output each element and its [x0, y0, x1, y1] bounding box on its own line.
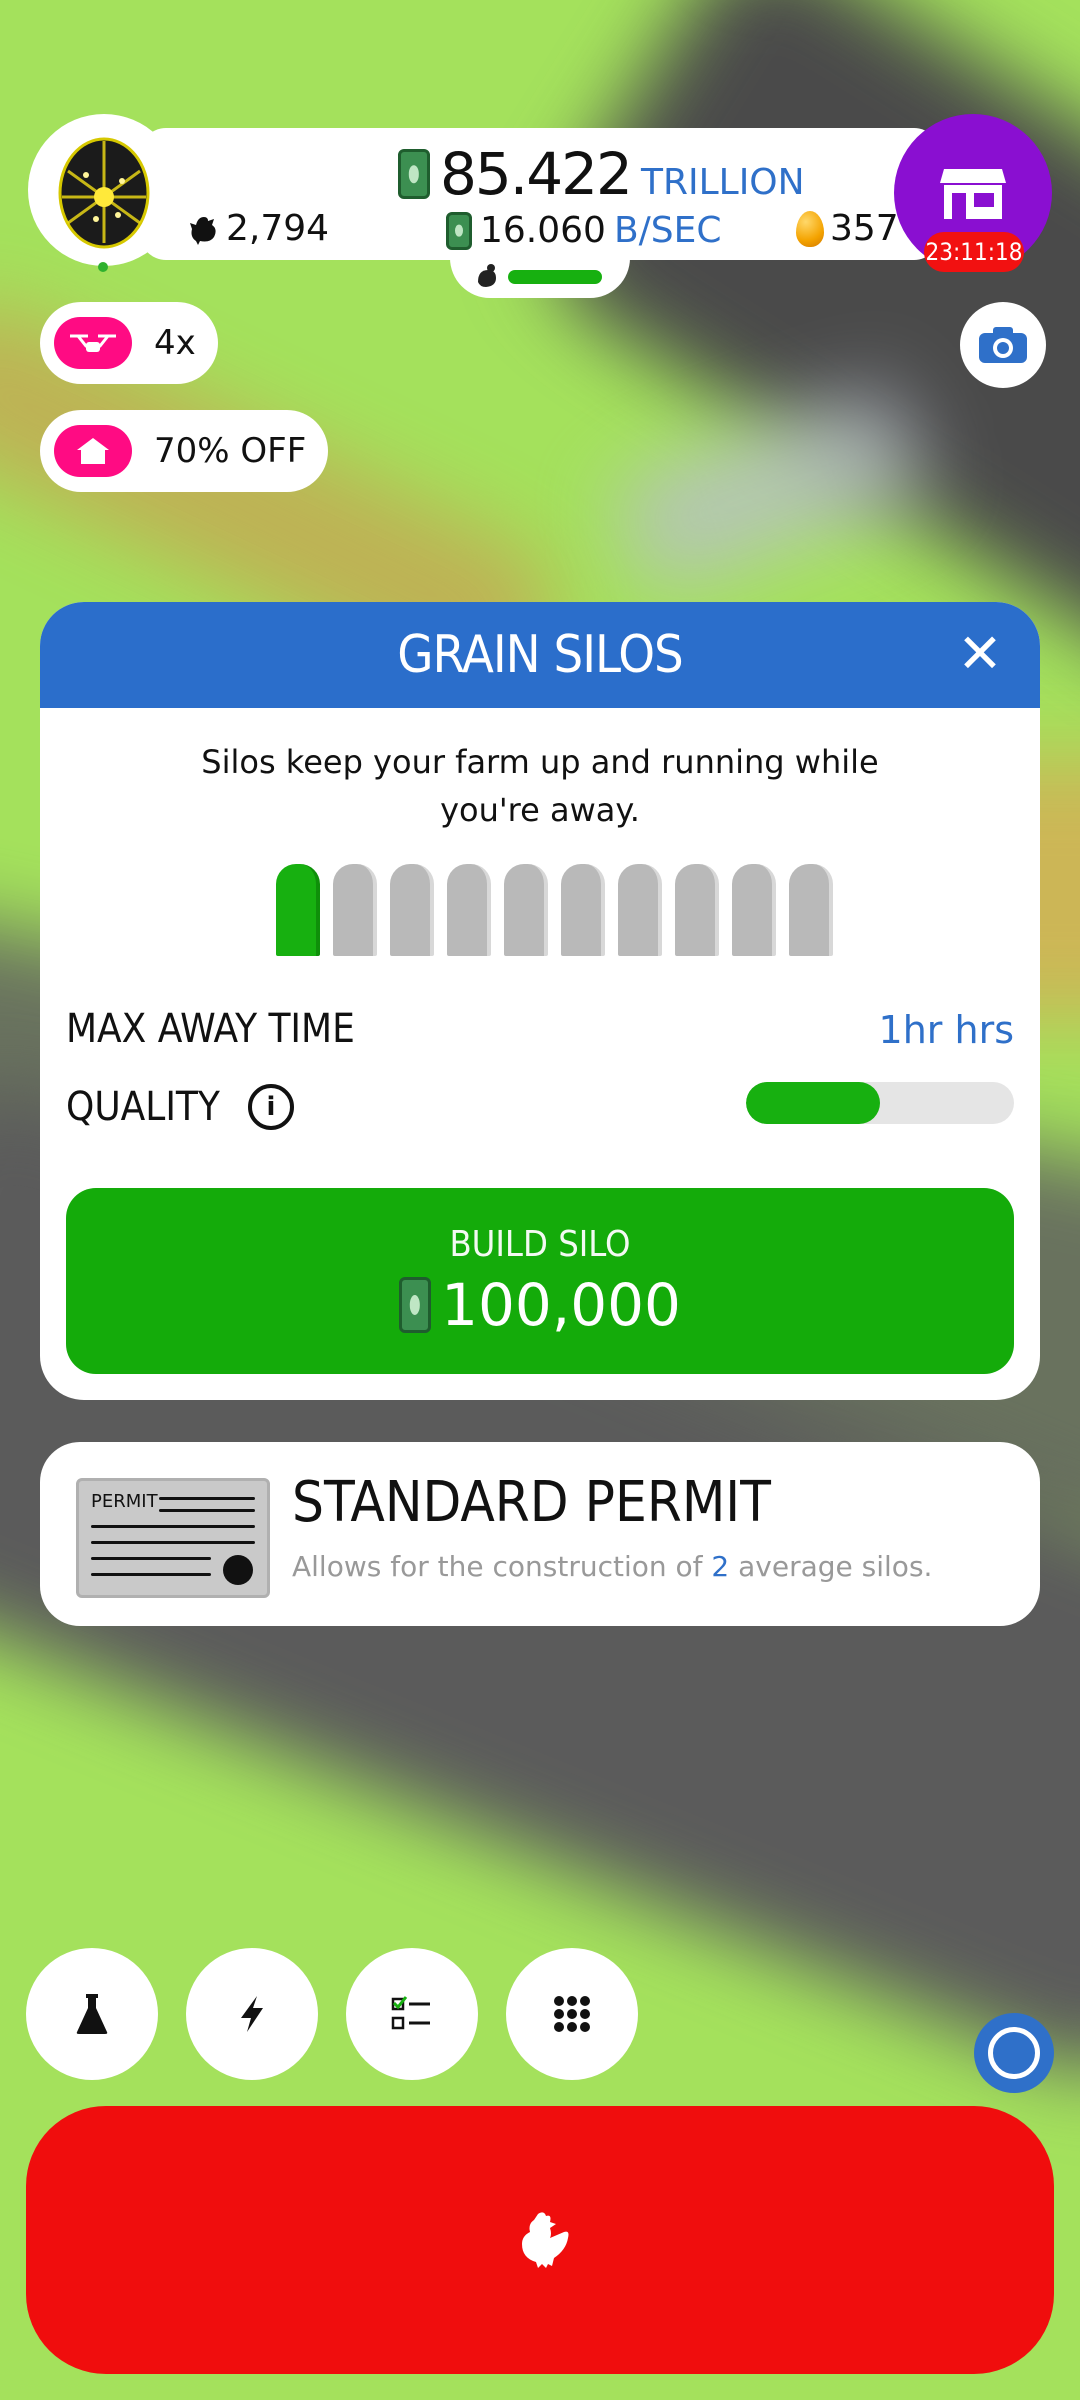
rate-unit: B/SEC	[613, 210, 722, 251]
max-away-label: MAX AWAY TIME	[66, 1006, 355, 1052]
income-rate: 16.060 B/SEC	[446, 210, 722, 251]
silo-built	[276, 864, 320, 956]
quality-label: QUALITY	[66, 1084, 220, 1130]
money-display: 85.422 TRILLION	[398, 140, 805, 208]
drone-boost-button[interactable]: 4x	[40, 302, 218, 384]
checklist-icon	[391, 1996, 430, 2030]
chicken-count-value: 2,794	[226, 208, 330, 249]
golden-egg-count: 357	[796, 208, 899, 249]
info-icon[interactable]: i	[248, 1084, 294, 1130]
permit-badge: PERMIT	[91, 1491, 158, 1512]
silo-empty	[675, 864, 719, 956]
permit-title: STANDARD PERMIT	[292, 1470, 771, 1535]
permit-desc-pre: Allows for the construction of	[292, 1550, 712, 1583]
silo-empty	[333, 864, 377, 956]
house-icon	[77, 438, 109, 464]
silo-empty	[789, 864, 833, 956]
permit-desc-count: 2	[711, 1550, 730, 1583]
close-icon[interactable]: ✕	[954, 627, 1006, 681]
silo-empty	[561, 864, 605, 956]
description-line-1: Silos keep your farm up and running whil…	[201, 743, 879, 781]
drone-icon	[70, 334, 116, 352]
silo-empty	[447, 864, 491, 956]
dialog-title: GRAIN SILOS	[397, 625, 683, 685]
silo-empty	[618, 864, 662, 956]
sale-button[interactable]: 70% OFF	[40, 410, 329, 492]
build-silo-price: 100,000	[399, 1271, 681, 1339]
camera-button[interactable]	[960, 302, 1046, 388]
shop-timer: 23:11:18	[924, 232, 1024, 272]
chick-icon	[478, 264, 496, 287]
grid-icon	[554, 1996, 590, 2032]
assistant-ring-button[interactable]	[974, 2013, 1054, 2093]
grain-silos-dialog: GRAIN SILOS ✕ Silos keep your farm up an…	[40, 602, 1040, 1400]
golden-egg-icon	[796, 210, 824, 247]
quality-bar-fill	[746, 1082, 880, 1124]
egg-button[interactable]	[28, 114, 180, 266]
shop-icon	[940, 169, 1006, 219]
description-line-2: you're away.	[440, 791, 640, 829]
cash-icon	[446, 211, 472, 250]
build-silo-button[interactable]: BUILD SILO 100,000	[66, 1188, 1014, 1374]
hatch-chicken-button[interactable]	[26, 2106, 1054, 2374]
drone-boost-label: 4x	[154, 323, 196, 363]
missions-button[interactable]	[346, 1948, 478, 2080]
boosts-button[interactable]	[186, 1948, 318, 2080]
flask-icon	[76, 1994, 108, 2034]
sale-label: 70% OFF	[154, 431, 307, 471]
chicken-icon	[190, 216, 216, 245]
dialog-description: Silos keep your farm up and running whil…	[40, 738, 1040, 834]
silo-row	[276, 864, 833, 956]
permit-desc-post: average silos.	[729, 1550, 933, 1583]
dialog-header: GRAIN SILOS ✕	[40, 602, 1040, 708]
cash-icon	[399, 1276, 432, 1333]
silo-empty	[504, 864, 548, 956]
drone-badge	[54, 317, 132, 369]
money-unit: TRILLION	[640, 162, 805, 203]
permit-document-icon: PERMIT	[76, 1478, 270, 1598]
rate-value: 16.060	[480, 210, 606, 251]
egg-icon	[58, 137, 150, 249]
egg-indicator-dot	[98, 262, 108, 272]
menu-button[interactable]	[506, 1948, 638, 2080]
silo-empty	[390, 864, 434, 956]
cash-icon	[398, 149, 430, 199]
camera-icon	[979, 327, 1027, 363]
build-silo-label: BUILD SILO	[449, 1223, 631, 1265]
build-price-value: 100,000	[441, 1270, 681, 1339]
quality-bar	[746, 1082, 1014, 1124]
sale-badge	[54, 425, 132, 477]
silo-empty	[732, 864, 776, 956]
standard-permit-card[interactable]: PERMIT STANDARD PERMIT Allows for the co…	[40, 1442, 1040, 1626]
lightning-icon	[241, 1996, 263, 2032]
golden-egg-value: 357	[830, 208, 899, 249]
permit-description: Allows for the construction of 2 average…	[292, 1550, 932, 1583]
hatch-progress-bar	[508, 270, 602, 284]
research-button[interactable]	[26, 1948, 158, 2080]
chicken-icon	[522, 2212, 569, 2268]
chicken-count: 2,794	[186, 208, 329, 249]
max-away-value: 1hr hrs	[878, 1008, 1014, 1052]
money-value: 85.422	[440, 140, 633, 208]
